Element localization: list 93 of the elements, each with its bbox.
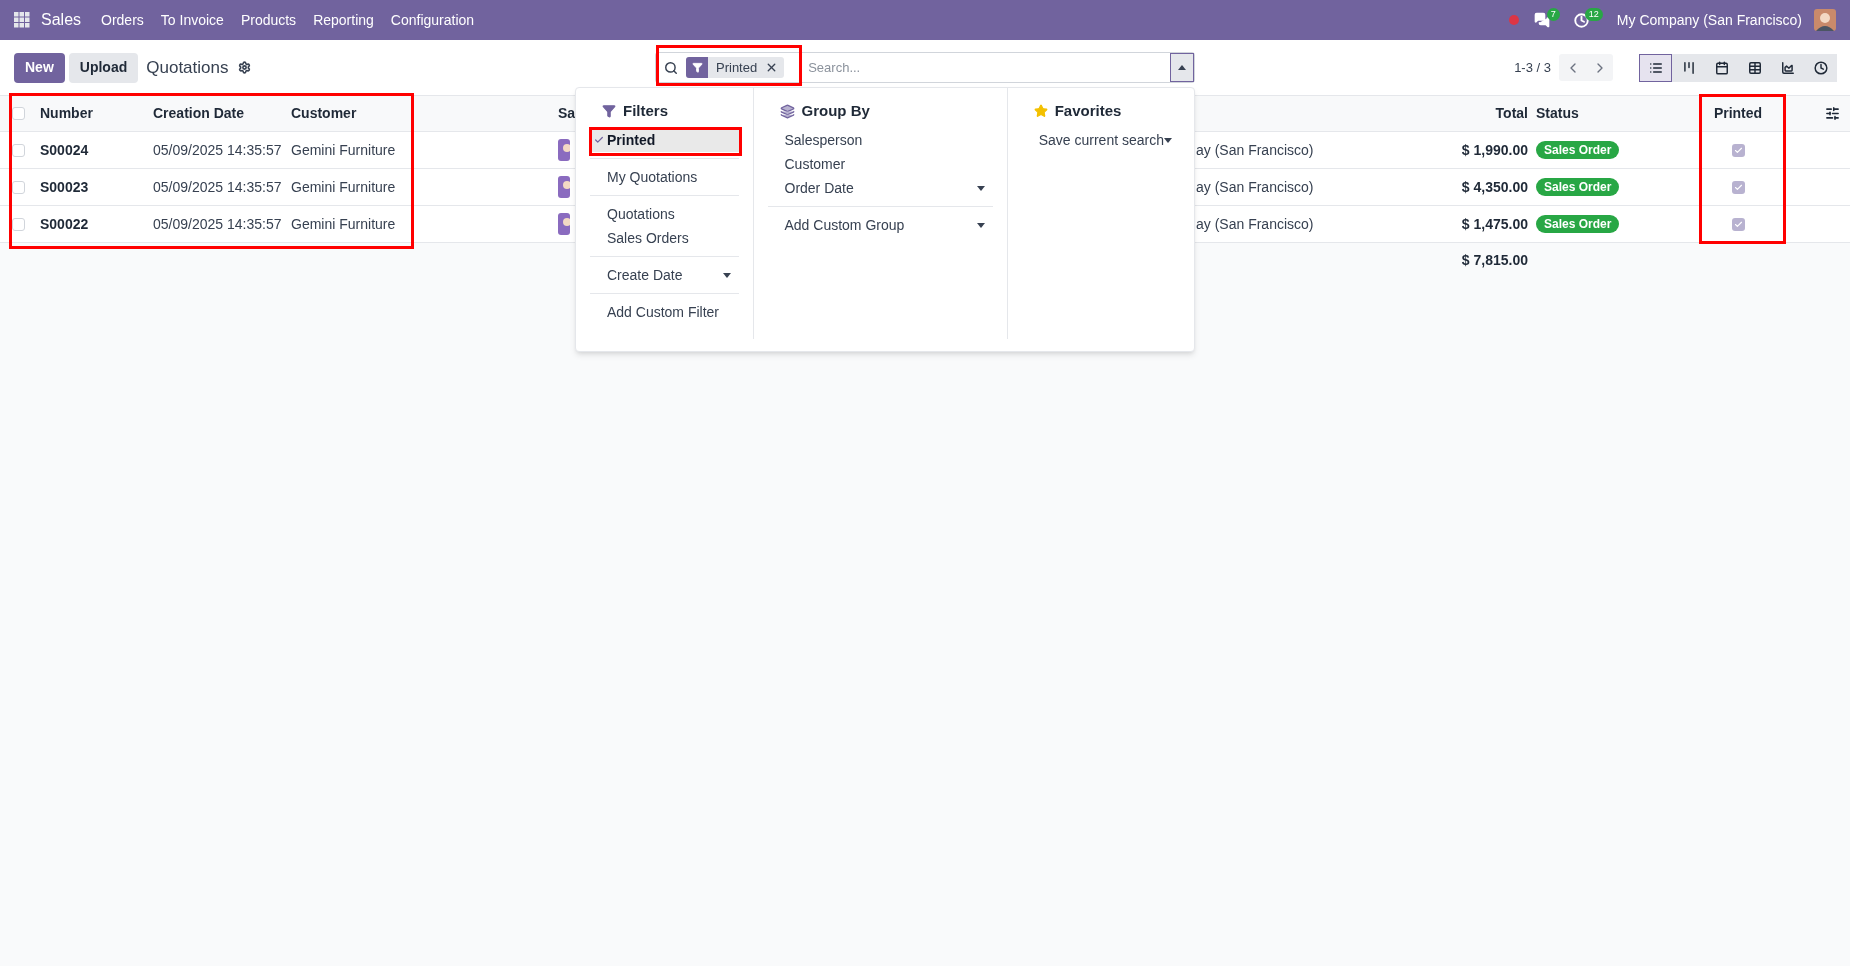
avatar-icon — [558, 176, 570, 198]
menu-item[interactable]: Salesperson — [767, 128, 993, 152]
status-badge: Sales Order — [1536, 141, 1620, 159]
table-cell-text: $ 1,990.00 — [1461, 140, 1528, 160]
section-title: Group By — [801, 100, 870, 121]
column-header[interactable]: Printed — [1713, 103, 1763, 124]
chart-icon — [1780, 60, 1795, 75]
table-cell-text: $ 1,475.00 — [1461, 214, 1528, 234]
star-icon — [1033, 104, 1048, 118]
table-cell-text: ay (San Francisco) — [1196, 214, 1314, 234]
menu-link[interactable]: Configuration — [390, 9, 475, 31]
apps-icon[interactable] — [14, 12, 30, 28]
kanban-icon — [1681, 60, 1696, 75]
sum-total: $ 7,815.00 — [1461, 251, 1528, 270]
menu-item[interactable]: Order Date — [767, 176, 993, 200]
count-badge: 12 — [1584, 7, 1603, 21]
caret-icon — [976, 185, 985, 191]
upload-button[interactable]: Upload — [68, 52, 139, 83]
table-cell-text: 05/09/2025 14:35:57 — [153, 177, 282, 197]
column-header[interactable]: Number — [40, 103, 93, 124]
new-button[interactable]: New — [14, 52, 65, 83]
table-cell-text: Gemini Furniture — [291, 140, 396, 160]
filter-facet[interactable]: Printed — [686, 57, 785, 78]
menu-item[interactable]: Create Date — [590, 263, 739, 287]
table-cell-text: ay (San Francisco) — [1196, 177, 1314, 197]
column-header[interactable]: Sa — [558, 103, 576, 124]
page-title: Quotations — [146, 56, 229, 79]
table-cell-text: Gemini Furniture — [291, 177, 396, 197]
table-icon — [1747, 60, 1762, 75]
table-cell-text: Gemini Furniture — [291, 214, 396, 234]
menu-item[interactable]: My Quotations — [590, 165, 739, 189]
caret-icon — [976, 222, 985, 228]
menu-link[interactable]: Products — [240, 9, 297, 31]
checkbox[interactable] — [1731, 180, 1745, 194]
menu-link[interactable]: Orders — [101, 9, 144, 31]
menu-link[interactable]: To Invoice — [160, 9, 224, 31]
table-cell-text: ay (San Francisco) — [1196, 140, 1314, 160]
status-badge: Sales Order — [1536, 215, 1620, 233]
caret-icon — [1178, 65, 1186, 70]
table-cell-text: S00024 — [40, 140, 89, 160]
menu-item[interactable]: Add Custom Filter — [590, 300, 739, 324]
checkbox[interactable] — [12, 217, 25, 231]
caret-icon — [1164, 137, 1172, 143]
filter-icon — [602, 104, 616, 118]
search-toggle-button[interactable] — [1170, 53, 1194, 82]
column-header[interactable]: Total — [1495, 103, 1528, 124]
menu-item[interactable]: Sales Orders — [590, 226, 739, 250]
menu-item[interactable]: Printed — [590, 128, 739, 152]
column-settings-icon — [1825, 106, 1840, 121]
layers-icon — [779, 103, 795, 119]
app-name[interactable]: Sales — [41, 8, 82, 32]
section-title: Filters — [623, 100, 668, 121]
menu-item[interactable]: Save current search — [1021, 128, 1180, 152]
count-badge: 7 — [1546, 7, 1560, 21]
table-cell-text: S00023 — [40, 177, 89, 197]
clock-icon[interactable] — [1573, 12, 1589, 28]
filter-icon — [691, 62, 703, 73]
checkbox[interactable] — [12, 143, 25, 157]
menu-link[interactable]: Reporting — [313, 9, 374, 31]
calendar-icon — [1714, 60, 1729, 75]
checkbox[interactable] — [1731, 143, 1745, 157]
menu-item[interactable]: Add Custom Group — [767, 213, 993, 237]
menu-item[interactable]: Quotations — [590, 202, 739, 226]
avatar-icon — [558, 213, 570, 235]
status-badge: Sales Order — [1536, 178, 1620, 196]
search-field[interactable]: Printed Search... — [655, 52, 1195, 83]
table-cell-text: 05/09/2025 14:35:57 — [153, 214, 282, 234]
pager-value: 1-3 / 3 — [1514, 58, 1551, 77]
table-cell-text: S00022 — [40, 214, 89, 234]
view-button[interactable] — [1639, 53, 1672, 82]
menu-item[interactable]: Customer — [767, 152, 993, 176]
check-icon — [1733, 145, 1743, 155]
table-cell-text: $ 4,350.00 — [1461, 177, 1528, 197]
column-header[interactable]: Customer — [291, 103, 357, 124]
checkbox[interactable] — [1731, 217, 1745, 231]
chat-icon[interactable] — [1533, 12, 1550, 28]
table-cell-text: 05/09/2025 14:35:57 — [153, 140, 282, 160]
column-header[interactable]: Status — [1536, 103, 1579, 124]
section-title: Favorites — [1054, 100, 1122, 121]
checkbox[interactable] — [12, 180, 25, 194]
check-icon — [594, 135, 604, 145]
checkbox[interactable] — [12, 107, 25, 120]
settings-icon — [238, 61, 252, 74]
company-name[interactable]: My Company (San Francisco) — [1616, 9, 1802, 31]
column-header[interactable]: Creation Date — [153, 103, 245, 124]
caret-icon — [722, 272, 731, 278]
check-icon — [1733, 219, 1743, 229]
avatar-icon[interactable] — [1814, 9, 1836, 31]
check-icon — [1733, 182, 1743, 192]
search-icon — [664, 60, 678, 75]
avatar-icon — [558, 139, 570, 161]
list-icon — [1648, 60, 1663, 75]
clock-icon — [1813, 60, 1828, 75]
